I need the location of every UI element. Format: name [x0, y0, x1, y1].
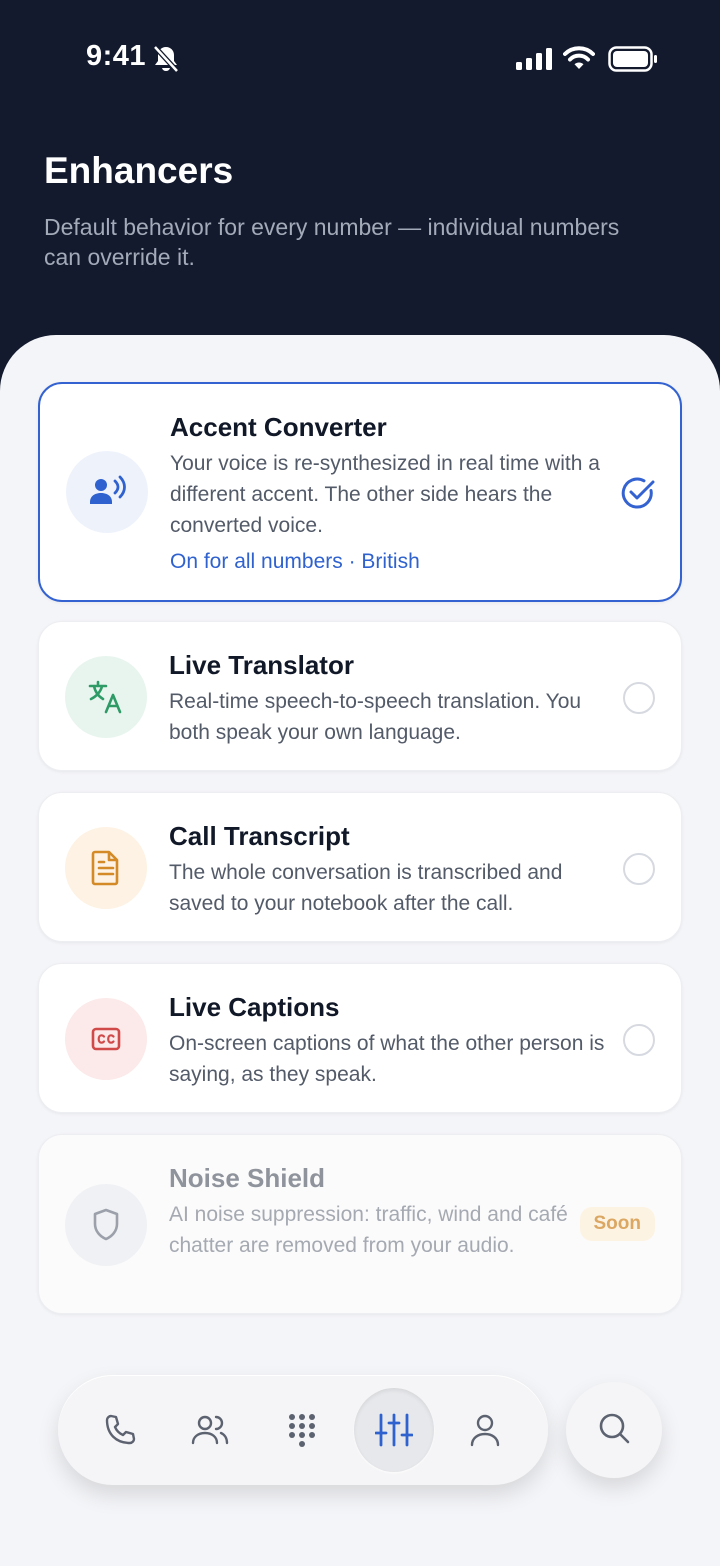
- card-title: Noise Shield: [169, 1163, 326, 1193]
- card-description: AI noise suppression: traffic, wind and …: [169, 1203, 568, 1257]
- cellular-signal-icon: [516, 48, 552, 75]
- voice-speaking-icon: [66, 451, 148, 533]
- enhancer-card-accent-converter[interactable]: Accent Converter Your voice is re-synthe…: [38, 382, 682, 602]
- bell-off-icon: [152, 44, 180, 79]
- card-title: Call Transcript: [169, 821, 350, 851]
- search-button[interactable]: [566, 1382, 662, 1478]
- card-status: On for all numbers · British: [170, 550, 420, 573]
- radio-button[interactable]: [623, 682, 655, 714]
- status-time: 9:41: [86, 40, 147, 72]
- bottom-nav: [58, 1375, 548, 1485]
- page-subtitle: Default behavior for every number — indi…: [44, 214, 620, 270]
- enhancer-card-live-captions[interactable]: Live Captions On-screen captions of what…: [38, 963, 682, 1113]
- battery-icon: [608, 46, 658, 77]
- wifi-icon: [563, 46, 595, 75]
- enhancer-card-live-translator[interactable]: Live Translator Real-time speech-to-spee…: [38, 621, 682, 771]
- soon-badge: Soon: [579, 1207, 655, 1241]
- page-title: Enhancers: [44, 150, 234, 191]
- card-description: Your voice is re-synthesized in real tim…: [170, 452, 600, 537]
- card-title: Live Translator: [169, 650, 354, 680]
- card-title: Live Captions: [169, 992, 340, 1022]
- card-description: The whole conversation is transcribed an…: [169, 861, 563, 915]
- radio-button[interactable]: [623, 1024, 655, 1056]
- profile-icon[interactable]: [455, 1400, 515, 1460]
- keypad-icon[interactable]: [272, 1400, 332, 1460]
- closed-captions-icon: [65, 998, 147, 1080]
- shield-icon: [65, 1184, 147, 1266]
- radio-button[interactable]: [623, 853, 655, 885]
- enhancer-card-noise-shield: Noise Shield AI noise suppression: traff…: [38, 1134, 682, 1314]
- translate-icon: [65, 656, 147, 738]
- check-circle-icon[interactable]: [620, 475, 656, 516]
- status-bar: 9:41: [0, 40, 720, 80]
- document-icon: [65, 827, 147, 909]
- card-title: Accent Converter: [170, 412, 387, 442]
- sliders-icon[interactable]: [354, 1388, 434, 1472]
- search-icon: [597, 1411, 631, 1450]
- enhancer-card-call-transcript[interactable]: Call Transcript The whole conversation i…: [38, 792, 682, 942]
- contacts-icon[interactable]: [180, 1400, 240, 1460]
- card-description: On-screen captions of what the other per…: [169, 1032, 605, 1086]
- card-description: Real-time speech-to-speech translation. …: [169, 690, 582, 744]
- phone-icon[interactable]: [90, 1400, 150, 1460]
- header: 9:41 Enhancers Default behavior for ever…: [0, 0, 720, 380]
